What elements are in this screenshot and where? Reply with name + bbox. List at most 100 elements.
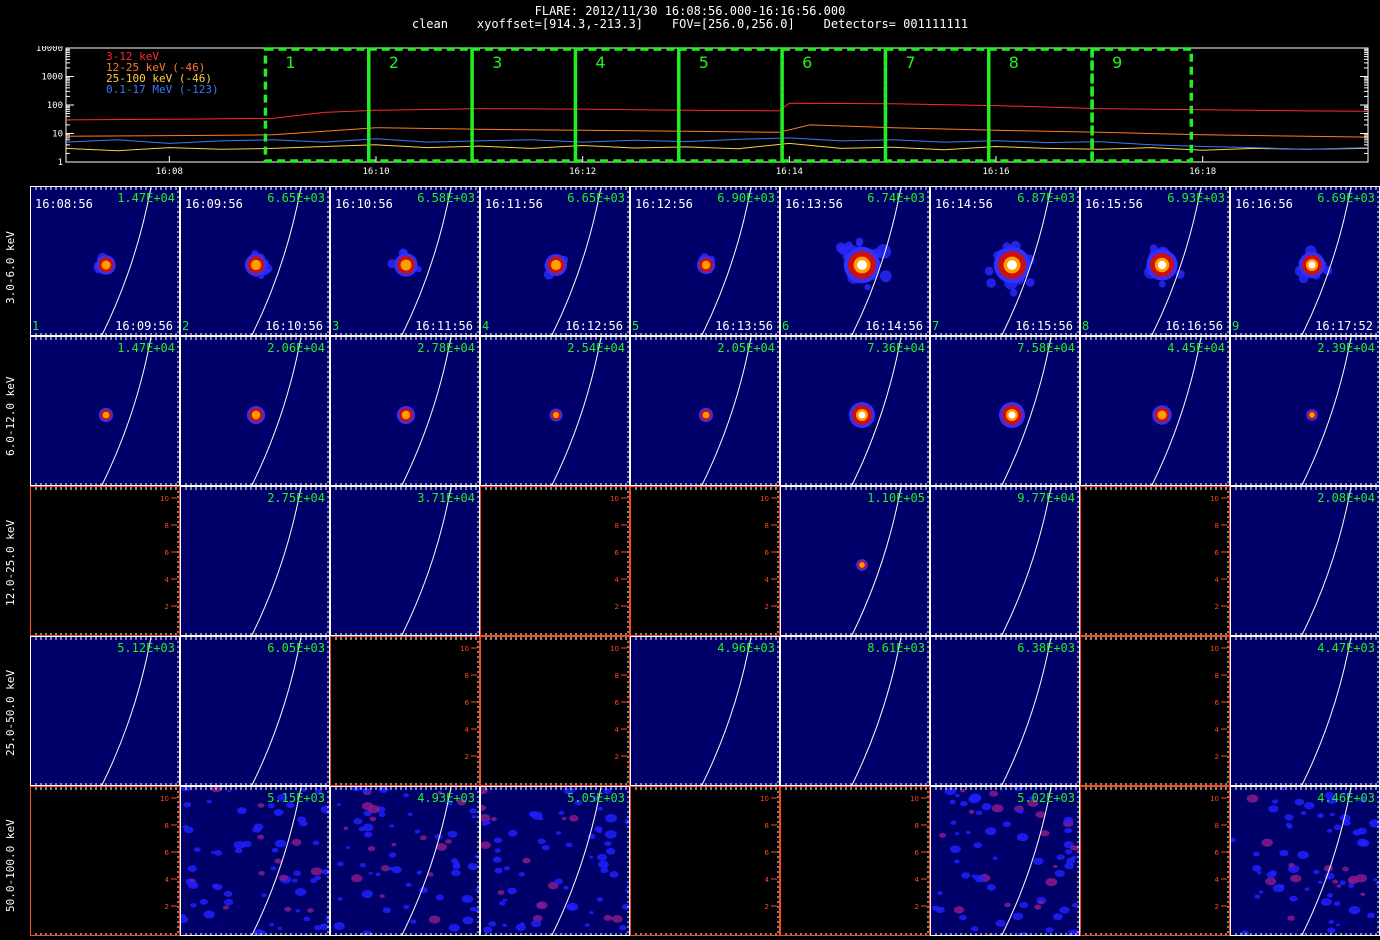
noise-blob: [382, 907, 391, 914]
image-background: [781, 487, 929, 635]
peak-value: 5.12E+03: [117, 641, 175, 655]
noise-blob: [1032, 857, 1044, 865]
noise-blob: [351, 874, 363, 883]
noise-blob: [379, 894, 385, 898]
empty-tick-label: 2: [915, 903, 919, 911]
peak-value: 6.74E+03: [867, 191, 925, 205]
interval-number: 1: [32, 319, 40, 333]
peak-value: 5.02E+03: [1017, 791, 1075, 805]
empty-tick-label: 2: [1215, 603, 1219, 611]
noise-blob: [1333, 824, 1342, 831]
noise-blob: [1268, 805, 1279, 813]
image-background: [931, 487, 1079, 635]
noise-blob: [291, 838, 302, 846]
interval-number: 3: [332, 319, 340, 333]
noise-blob: [273, 809, 284, 817]
image-panel: 2 4 6 8 10: [1080, 636, 1230, 786]
interval-number: 5: [632, 319, 640, 333]
noise-blob: [995, 919, 1006, 927]
image-panel-canvas: [931, 787, 1079, 935]
noise-blob: [965, 830, 971, 835]
empty-tick-label: 8: [1215, 522, 1219, 530]
source-halo: [864, 283, 871, 291]
empty-tick-label: 8: [765, 822, 769, 830]
peak-value: 9.77E+04: [1017, 491, 1075, 505]
image-panel-canvas: 2 4 6 8 10: [631, 487, 779, 635]
image-panel: 2.05E+04: [630, 336, 780, 486]
noise-blob: [410, 919, 417, 924]
noise-blob: [949, 799, 956, 805]
noise-blob: [467, 862, 478, 871]
image-panel-canvas: [181, 637, 329, 785]
empty-tick-label: 2: [1215, 903, 1219, 911]
image-panel: 4.45E+04: [1080, 336, 1230, 486]
empty-tick-label: 6: [765, 849, 770, 857]
noise-blob: [213, 849, 223, 856]
noise-blob: [211, 850, 216, 854]
empty-tick-label: 10: [760, 795, 769, 803]
source-core: [1007, 260, 1017, 270]
series-line-1: [65, 102, 1369, 121]
noise-blob: [187, 865, 197, 872]
image-panel: 6.74E+03 16:13:56 16:14:56 6: [780, 186, 930, 336]
noise-blob: [391, 866, 402, 874]
noise-blob: [211, 883, 219, 889]
noise-blob: [981, 803, 992, 811]
row-label-5: 50.0-100.0 keV: [4, 819, 17, 912]
peak-value: 2.08E+04: [1317, 491, 1375, 505]
row-label-2: 6.0-12.0 keV: [4, 376, 17, 456]
empty-tick-label: 6: [1215, 699, 1220, 707]
noise-blob: [973, 842, 983, 849]
empty-tick-label: 6: [1215, 849, 1220, 857]
image-panel-canvas: [1081, 337, 1229, 485]
interval-label-6: 6: [802, 53, 812, 72]
noise-blob: [445, 839, 452, 844]
noise-blob: [1289, 895, 1298, 902]
image-panel: 7.36E+04: [780, 336, 930, 486]
noise-blob: [556, 831, 562, 835]
noise-blob: [367, 804, 380, 814]
image-panel: 6.58E+03 16:10:56 16:11:56 3: [330, 186, 480, 336]
image-panel-canvas: [331, 487, 479, 635]
source-inner: [250, 259, 262, 271]
noise-blob: [362, 823, 374, 832]
noise-blob: [345, 845, 350, 850]
noise-blob: [271, 847, 279, 853]
noise-blob: [507, 887, 517, 895]
noise-blob: [569, 814, 579, 822]
noise-blob: [554, 878, 563, 885]
noise-blob: [989, 790, 999, 797]
image-panel-canvas: [481, 787, 629, 935]
plot-subtitle: clean xyoffset=[914.3,-213.3] FOV=[256.0…: [411, 17, 969, 31]
noise-blob: [1342, 866, 1350, 872]
image-panel-canvas: [931, 337, 1079, 485]
noise-blob: [1294, 798, 1305, 806]
noise-blob: [1056, 854, 1065, 861]
noise-blob: [471, 814, 477, 819]
noise-blob: [508, 829, 518, 837]
noise-blob: [184, 826, 194, 834]
noise-blob: [419, 887, 428, 894]
interval-label-4: 4: [595, 53, 605, 72]
noise-blob: [1300, 810, 1307, 815]
noise-blob: [1367, 912, 1375, 919]
image-background: [31, 637, 179, 785]
x-tick-label: 16:10: [362, 167, 389, 176]
noise-blob: [1284, 814, 1294, 821]
interval-box-1: [263, 47, 371, 163]
image-panel-canvas: [781, 637, 929, 785]
row-label-3: 12.0-25.0 keV: [4, 519, 17, 606]
noise-blob: [183, 802, 192, 808]
noise-blob: [1034, 904, 1042, 910]
noise-blob: [294, 888, 307, 896]
noise-blob: [528, 811, 537, 817]
empty-tick-label: 2: [465, 753, 469, 761]
noise-blob: [284, 906, 292, 912]
y-tick-label: 1: [58, 158, 63, 168]
image-panel-canvas: [1231, 487, 1379, 635]
interval-number: 9: [1232, 319, 1240, 333]
noise-blob: [451, 869, 461, 877]
noise-blob: [1336, 923, 1341, 927]
noise-blob: [1317, 880, 1323, 884]
noise-blob: [958, 914, 967, 921]
